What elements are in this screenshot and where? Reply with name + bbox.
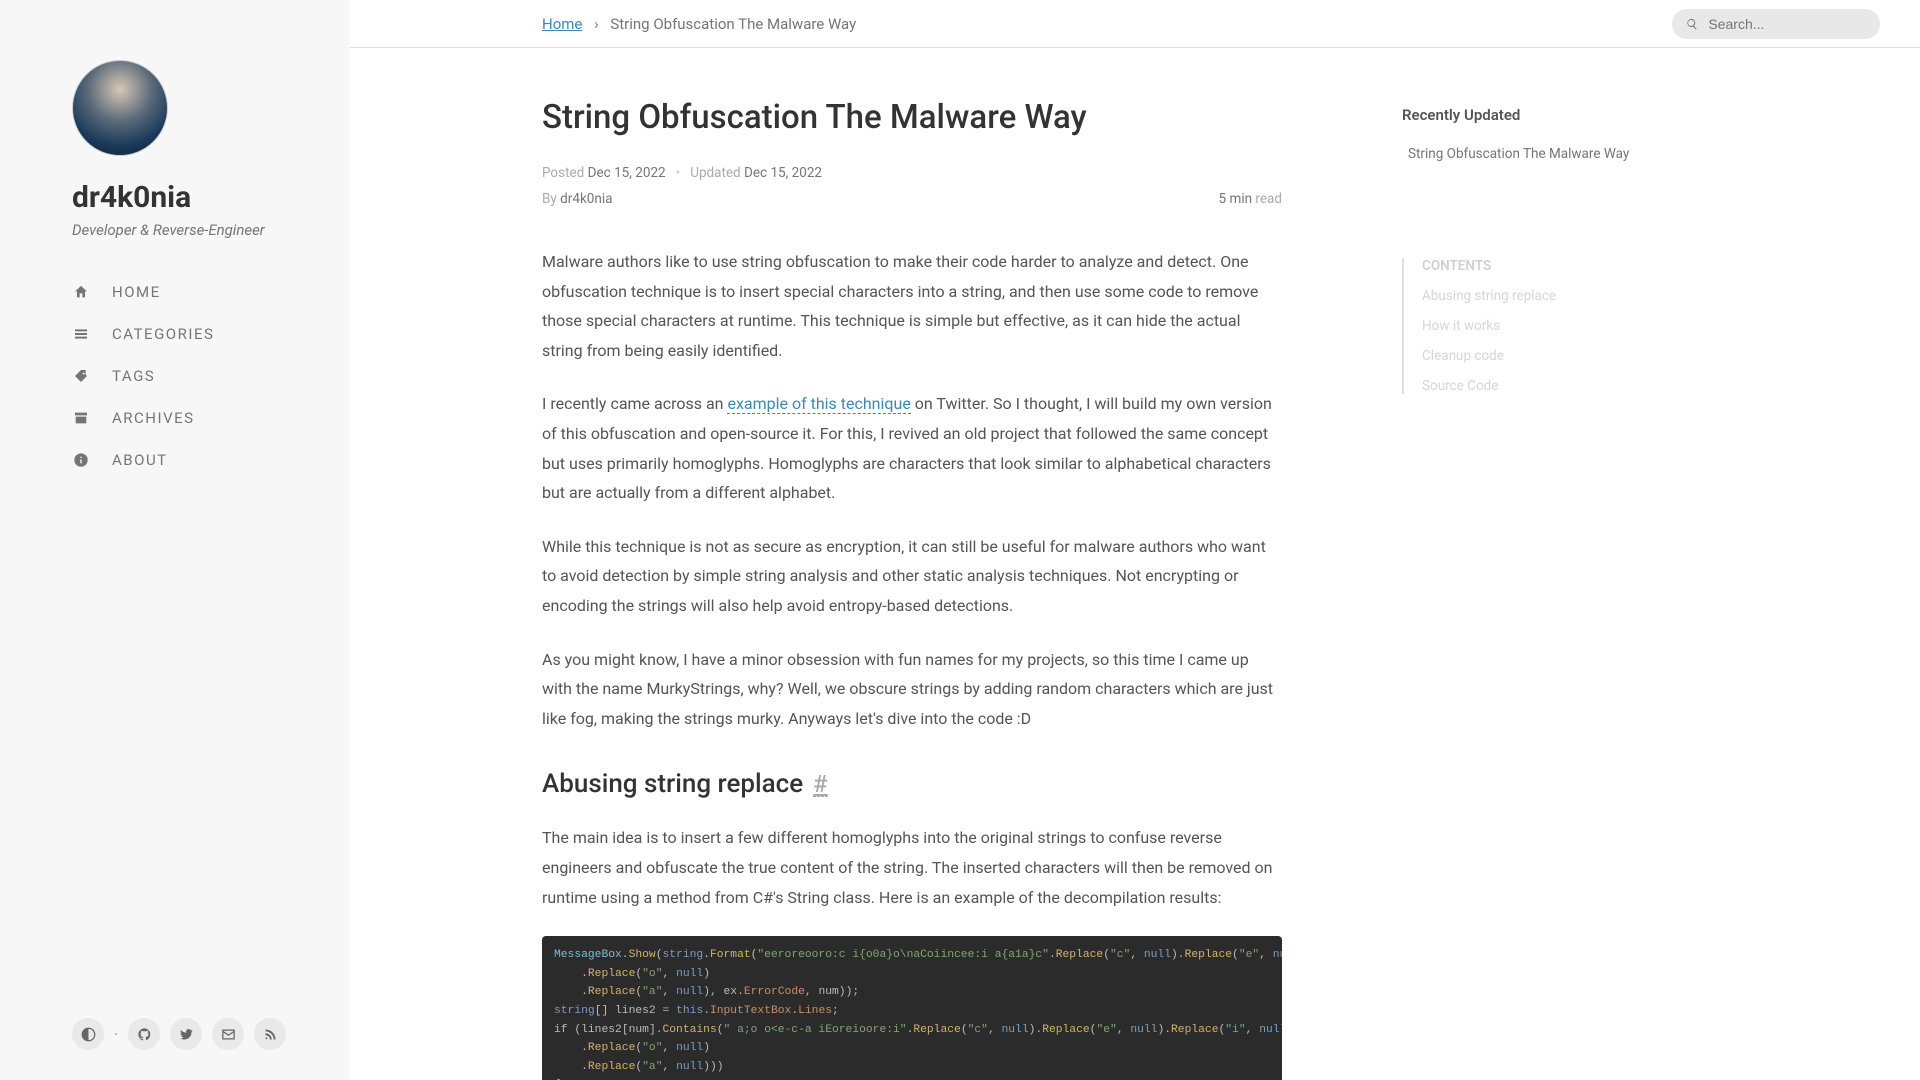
- search-input[interactable]: [1706, 15, 1866, 33]
- theme-toggle-button[interactable]: [72, 1018, 104, 1050]
- content-wrapper: String Obfuscation The Malware Way Poste…: [350, 48, 1920, 1080]
- github-icon: [137, 1027, 152, 1042]
- meta-bullet: •: [676, 165, 681, 181]
- breadcrumb: Home › String Obfuscation The Malware Wa…: [542, 15, 856, 33]
- tag-icon: [72, 367, 90, 385]
- right-panel: Recently Updated String Obfuscation The …: [1402, 98, 1652, 1080]
- recently-updated-heading: Recently Updated: [1402, 106, 1652, 124]
- read-num: 5: [1219, 191, 1227, 207]
- nav-tags[interactable]: TAGS: [72, 367, 310, 385]
- recent-item[interactable]: String Obfuscation The Malware Way: [1402, 140, 1652, 168]
- heading-anchor-icon[interactable]: #: [813, 772, 827, 797]
- by-label: By: [542, 191, 557, 207]
- github-link[interactable]: [128, 1018, 160, 1050]
- toc-item[interactable]: How it works: [1422, 318, 1652, 334]
- nav-categories-label: CATEGORIES: [112, 325, 214, 343]
- twitter-icon: [179, 1027, 194, 1042]
- toc: CONTENTS Abusing string replace How it w…: [1402, 258, 1652, 394]
- breadcrumb-home[interactable]: Home: [542, 15, 582, 33]
- rss-icon: [263, 1027, 278, 1042]
- home-icon: [72, 283, 90, 301]
- read-min: min: [1229, 191, 1252, 207]
- twitter-link[interactable]: [170, 1018, 202, 1050]
- author-name: dr4k0nia: [560, 191, 612, 207]
- rss-link[interactable]: [254, 1018, 286, 1050]
- sidebar-footer: ·: [72, 1018, 310, 1050]
- nav-list: HOME CATEGORIES TAGS ARCHIVES ABOUT: [72, 283, 310, 493]
- search-icon: [1686, 17, 1698, 31]
- post-title: String Obfuscation The Malware Way: [542, 98, 1282, 137]
- example-link[interactable]: example of this technique: [727, 394, 910, 414]
- toc-item[interactable]: Cleanup code: [1422, 348, 1652, 364]
- posted-date: Dec 15, 2022: [588, 165, 666, 181]
- posted-label: Posted: [542, 165, 584, 181]
- code-screenshot: MessageBox.Show(string.Format("еeroreoor…: [542, 936, 1282, 1080]
- breadcrumb-separator: ›: [594, 15, 599, 33]
- toc-heading: CONTENTS: [1422, 258, 1652, 274]
- nav-about[interactable]: ABOUT: [72, 451, 310, 469]
- toc-item[interactable]: Abusing string replace: [1422, 288, 1652, 304]
- avatar[interactable]: [72, 60, 168, 156]
- archive-icon: [72, 409, 90, 427]
- nav-tags-label: TAGS: [112, 367, 155, 385]
- site-title[interactable]: dr4k0nia: [72, 180, 310, 215]
- article: String Obfuscation The Malware Way Poste…: [542, 98, 1342, 1080]
- paragraph-3: While this technique is not as secure as…: [542, 532, 1282, 621]
- read-time: 5 min read: [1219, 191, 1282, 207]
- email-link[interactable]: [212, 1018, 244, 1050]
- list-icon: [72, 325, 90, 343]
- updated-label: Updated: [690, 165, 740, 181]
- updated-date: Dec 15, 2022: [744, 165, 822, 181]
- meta-row-author: By dr4k0nia 5 min read: [542, 191, 1282, 207]
- info-icon: [72, 451, 90, 469]
- search-box[interactable]: [1672, 9, 1880, 39]
- nav-home-label: HOME: [112, 283, 161, 301]
- site-subtitle: Developer & Reverse-Engineer: [72, 221, 310, 239]
- topbar: Home › String Obfuscation The Malware Wa…: [350, 0, 1920, 48]
- nav-archives-label: ARCHIVES: [112, 409, 195, 427]
- nav-archives[interactable]: ARCHIVES: [72, 409, 310, 427]
- separator-dot: ·: [114, 1025, 118, 1044]
- meta-row-dates: Posted Dec 15, 2022 • Updated Dec 15, 20…: [542, 165, 1282, 181]
- sidebar: dr4k0nia Developer & Reverse-Engineer HO…: [0, 0, 350, 1080]
- paragraph-1: Malware authors like to use string obfus…: [542, 247, 1282, 365]
- read-suffix: read: [1255, 191, 1282, 207]
- breadcrumb-current: String Obfuscation The Malware Way: [610, 15, 856, 33]
- paragraph-4: As you might know, I have a minor obsess…: [542, 645, 1282, 734]
- nav-about-label: ABOUT: [112, 451, 168, 469]
- nav-home[interactable]: HOME: [72, 283, 310, 301]
- main: Home › String Obfuscation The Malware Wa…: [350, 0, 1920, 1080]
- nav-categories[interactable]: CATEGORIES: [72, 325, 310, 343]
- heading-abusing-replace: Abusing string replace #: [542, 769, 1282, 799]
- paragraph-5: The main idea is to insert a few differe…: [542, 823, 1282, 912]
- email-icon: [221, 1027, 236, 1042]
- contrast-icon: [81, 1027, 96, 1042]
- paragraph-2: I recently came across an example of thi…: [542, 389, 1282, 507]
- toc-item[interactable]: Source Code: [1422, 378, 1652, 394]
